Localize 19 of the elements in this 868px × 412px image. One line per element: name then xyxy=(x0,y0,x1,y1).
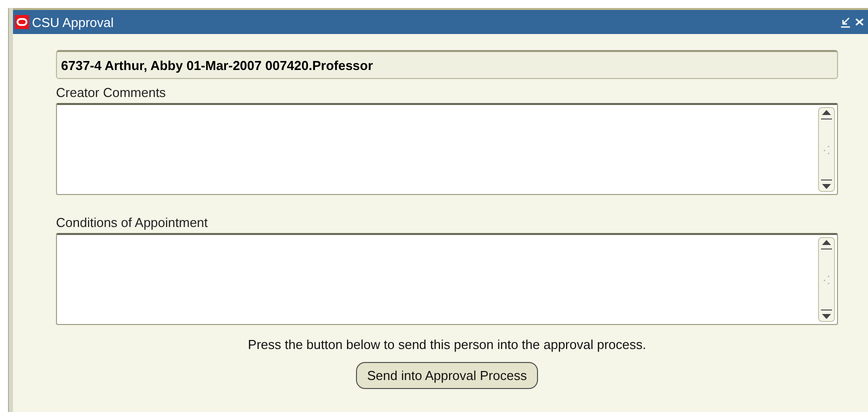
scrollbar[interactable] xyxy=(818,237,835,322)
grip-icon xyxy=(822,144,830,154)
close-icon[interactable] xyxy=(854,16,865,28)
window-title: CSU Approval xyxy=(32,14,115,30)
scroll-down-icon[interactable] xyxy=(821,179,832,191)
text-area[interactable] xyxy=(56,103,838,195)
send-button[interactable]: Send into Approval Process xyxy=(356,362,538,389)
scroll-up-icon[interactable] xyxy=(821,238,832,250)
scrollbar[interactable] xyxy=(818,107,835,192)
scroll-up-icon[interactable] xyxy=(821,108,832,120)
field-label: Creator Comments xyxy=(56,85,167,100)
instruction-text: Press the button below to send this person into the approval process. xyxy=(246,337,648,352)
text-area[interactable] xyxy=(56,233,838,325)
minimize-icon[interactable] xyxy=(840,16,851,28)
logo-icon xyxy=(15,15,29,29)
header-field: 6737-4 Arthur, Abby 01-Mar-2007 007420.Professor xyxy=(56,50,838,79)
grip-icon xyxy=(822,274,830,284)
field-label: Conditions of Appointment xyxy=(56,215,209,230)
scroll-down-icon[interactable] xyxy=(821,309,832,321)
